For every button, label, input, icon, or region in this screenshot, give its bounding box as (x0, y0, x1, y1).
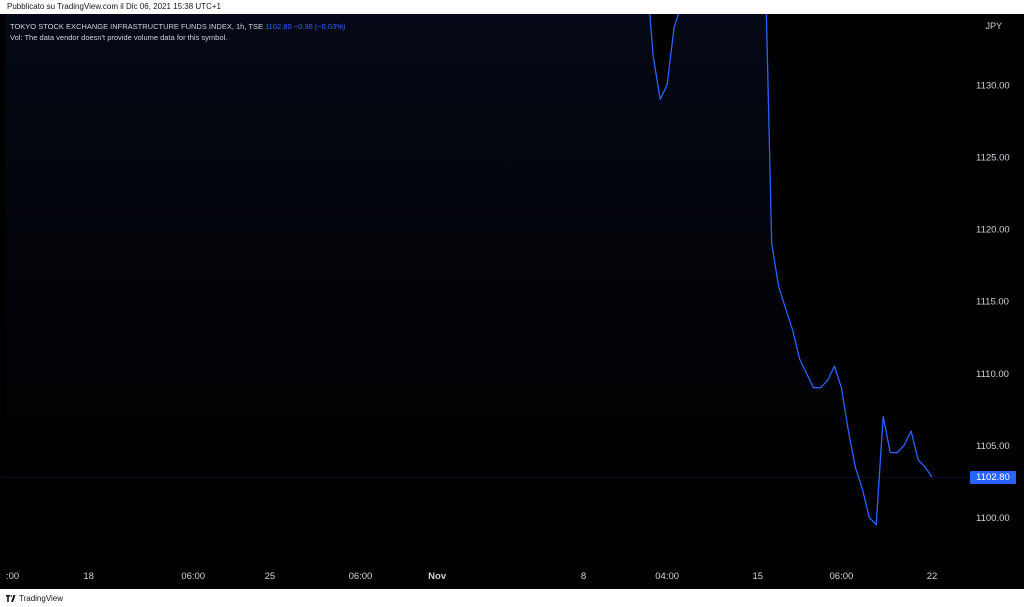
price-area-fill (5, 14, 932, 569)
x-tick-label: 06:00 (181, 571, 205, 582)
chart-area[interactable]: 1100.00 1105.00 1110.00 1115.00 1120.00 1125.… (0, 14, 1024, 589)
x-tick-label: 06:00 (830, 571, 854, 582)
legend-line-1: TOKYO STOCK EXCHANGE INFRASTRUCTURE FUND… (10, 21, 345, 32)
brand-label: TradingView (19, 594, 64, 603)
x-tick-label: 04:00 (655, 571, 679, 582)
y-tick-label: 1105.00 (976, 441, 1010, 452)
legend-vol-note: Vol: The data vendor doesn't provide vol… (10, 33, 228, 42)
y-tick-label: 1130.00 (976, 80, 1010, 91)
x-tick-label: Nov (428, 571, 447, 582)
chart-legend: TOKYO STOCK EXCHANGE INFRASTRUCTURE FUND… (10, 21, 345, 43)
last-price-tag: 1102.80 (970, 470, 1016, 484)
y-tick-label: 1110.00 (976, 369, 1009, 380)
y-tick-label: 1115.00 (976, 297, 1009, 308)
tradingview-brand[interactable]: TradingView (6, 594, 63, 603)
x-tick-label: 8 (581, 571, 586, 582)
price-chart[interactable]: 1100.00 1105.00 1110.00 1115.00 1120.00 1125.… (0, 14, 1024, 589)
y-tick-label: 1120.00 (976, 225, 1010, 236)
x-tick-label: 18 (83, 571, 94, 582)
x-tick-label: 22 (927, 571, 938, 582)
y-tick-label: 1125.00 (976, 153, 1010, 164)
y-tick-label: 1100.00 (976, 513, 1010, 524)
publish-line: Pubblicato su TradingView.com il Dic 06,… (7, 2, 221, 11)
tradingview-logo-icon (6, 595, 16, 602)
legend-last: 1102.80 (265, 22, 292, 31)
legend-change: −0.36 (−0.03%) (293, 22, 346, 31)
publish-bar: Pubblicato su TradingView.com il Dic 06,… (0, 0, 1024, 14)
x-tick-label: :00 (6, 571, 19, 582)
x-tick-label: 25 (265, 571, 276, 582)
currency-label[interactable]: JPY (985, 21, 1002, 31)
footer-bar: TradingView (0, 589, 1024, 607)
legend-symbol: TOKYO STOCK EXCHANGE INFRASTRUCTURE FUND… (10, 22, 263, 31)
x-tick-label: 15 (752, 571, 763, 582)
x-tick-label: 06:00 (349, 571, 373, 582)
